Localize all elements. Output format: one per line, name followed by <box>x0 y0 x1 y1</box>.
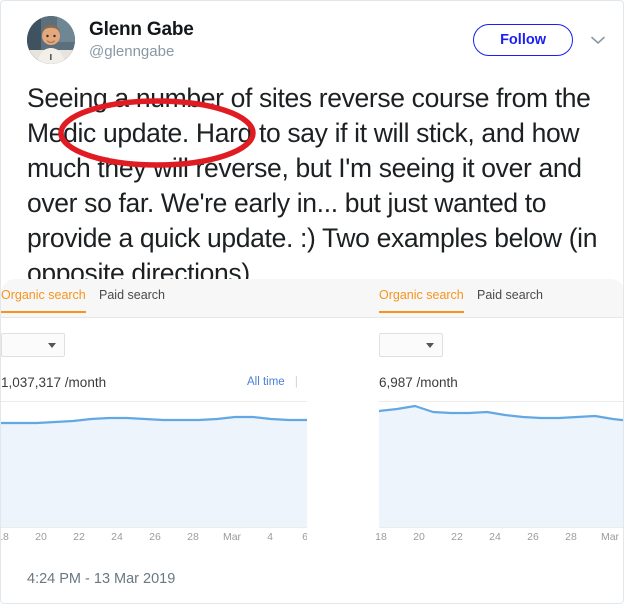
chevron-down-icon[interactable] <box>587 29 609 51</box>
axis-tick-right-5: 28 <box>565 531 577 543</box>
panel-right-dropdown[interactable] <box>379 333 443 357</box>
tab-paid-search-right[interactable]: Paid search <box>477 288 543 302</box>
tweet-header: Glenn Gabe @glenngabe Follow <box>1 1 623 79</box>
axis-tick-left-5: 28 <box>187 531 199 543</box>
caret-down-icon <box>48 343 56 348</box>
follow-button[interactable]: Follow <box>473 23 573 57</box>
panel-left-metric: 1,037,317 /month <box>1 375 107 390</box>
axis-tick-left-3: 24 <box>111 531 123 543</box>
axis-tick-right-2: 22 <box>451 531 463 543</box>
author-name-block: Glenn Gabe @glenngabe <box>89 19 194 60</box>
panel-left-range-links: All time | One year <box>247 376 307 388</box>
axis-tick-left-4: 26 <box>149 531 161 543</box>
tab-organic-search-left[interactable]: Organic search <box>1 288 86 313</box>
chart-right <box>379 401 623 529</box>
panel-left-dropdown[interactable] <box>1 333 65 357</box>
axis-tick-right-3: 24 <box>489 531 501 543</box>
axis-tick-left-2: 22 <box>73 531 85 543</box>
analytics-panel-left: Organic search Paid search 1,037,317 /mo… <box>1 279 307 555</box>
range-all-time-left[interactable]: All time <box>247 376 285 388</box>
panel-right-metric: 6,987 /month <box>379 375 458 390</box>
panel-right-tabbar: Organic search Paid search <box>307 279 623 318</box>
tweet-timestamp[interactable]: 4:24 PM - 13 Mar 2019 <box>27 571 175 587</box>
chart-left <box>1 401 307 529</box>
axis-tick-right-4: 26 <box>527 531 539 543</box>
header-actions: Follow <box>473 23 609 57</box>
axis-tick-right-6: Mar <box>600 531 620 543</box>
axis-tick-left-7: 4 <box>267 531 273 543</box>
axis-left: 18 20 22 24 26 28 Mar 4 6 <box>1 531 307 549</box>
avatar[interactable] <box>27 16 75 64</box>
analytics-panel-right: Organic search Paid search 6,987 /month … <box>307 279 623 555</box>
axis-tick-right-1: 20 <box>413 531 425 543</box>
author-display-name[interactable]: Glenn Gabe <box>89 19 194 41</box>
tab-organic-search-right[interactable]: Organic search <box>379 288 464 313</box>
embedded-media[interactable]: Organic search Paid search 1,037,317 /mo… <box>1 279 623 555</box>
caret-down-icon <box>426 343 434 348</box>
axis-tick-right-0: 18 <box>375 531 387 543</box>
tab-paid-search-left[interactable]: Paid search <box>99 288 165 302</box>
axis-tick-left-0: 18 <box>1 531 9 543</box>
axis-tick-left-1: 20 <box>35 531 47 543</box>
tweet-card: Glenn Gabe @glenngabe Follow Seeing a nu… <box>0 0 624 604</box>
axis-tick-left-6: Mar <box>222 531 242 543</box>
axis-right: 18 20 22 24 26 28 Mar 4 6 <box>375 531 623 549</box>
panel-left-tabbar: Organic search Paid search <box>1 279 307 318</box>
author-handle[interactable]: @glenngabe <box>89 43 194 60</box>
tweet-text: Seeing a number of sites reverse course … <box>27 83 605 288</box>
range-separator: | <box>294 376 298 388</box>
